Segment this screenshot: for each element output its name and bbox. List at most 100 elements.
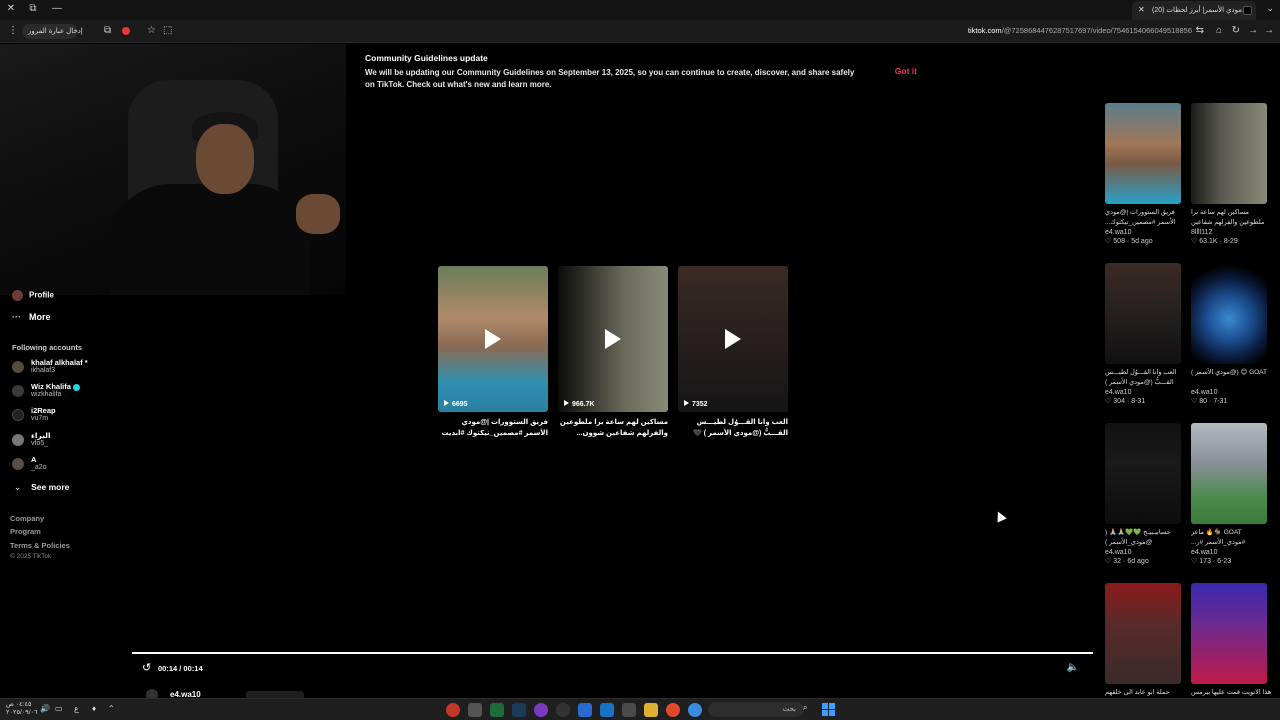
video-thumbnail[interactable]	[1191, 423, 1267, 524]
footer-link-program[interactable]: Program	[10, 527, 41, 536]
video-thumbnail[interactable]	[1191, 103, 1267, 204]
grid-video-card[interactable]: العب وانا القـــوُل لطيـــس القـــبُّ (@…	[1105, 263, 1181, 405]
following-account[interactable]: khalaf alkhalaf * ikhalaf3	[12, 358, 132, 380]
replay-icon[interactable]: ↺	[142, 661, 151, 674]
volume-icon[interactable]: 🔈	[1067, 662, 1079, 673]
following-account[interactable]: A _a2o	[12, 455, 132, 477]
video-card[interactable]: 6695 فريق الستوورات |@مودي الأسمر #مصمين…	[438, 266, 548, 439]
grid-video-card[interactable]: GOAT 🐐🔥 ماعز #مودي_الأسمر #ر... e4.wa10 …	[1191, 423, 1267, 565]
clock-time: ٠٤:٤٥ ص	[6, 701, 32, 708]
app-icon-steam[interactable]	[512, 703, 526, 717]
video-author[interactable]: 8llll112	[1191, 229, 1267, 236]
browser-menu-icon[interactable]: ⋮	[8, 25, 18, 36]
video-author[interactable]: e4.wa10	[1105, 229, 1181, 236]
got-it-button[interactable]: Got it	[895, 66, 917, 76]
app-icon-settings[interactable]	[556, 703, 570, 717]
view-count: 6695	[444, 400, 468, 408]
passphrase-pill[interactable]: إدخال عبارة المرور	[22, 24, 83, 39]
grid-video-card[interactable]: مساكين لهم ساعة برا ملطوعين والفرلهم شفا…	[1191, 103, 1267, 245]
extensions-icon[interactable]: ⧉	[104, 25, 111, 36]
footer-link-terms[interactable]: Terms & Policies	[10, 541, 70, 550]
video-card[interactable]: 7352 العب وانا القـــوُل لطيـــس القـــب…	[678, 266, 788, 439]
speaker-icon[interactable]: 🔊	[40, 704, 50, 713]
app-icon-file-explorer[interactable]	[644, 703, 658, 717]
sidebar-item-more[interactable]: ··· More	[12, 312, 51, 322]
tab-title: (20) مودي الأسمر| أبرز لحظات...	[1152, 7, 1248, 14]
avatar	[12, 409, 24, 421]
grid-video-card[interactable]: حسابيـييـح 💚💚🙏🏼🙏🏼 ( @مودي_الأسمر ) #مصمي…	[1105, 423, 1181, 565]
video-caption[interactable]: العب وانا القـــوُل لطيـــس القـــبُّ (@…	[678, 417, 788, 439]
view-count: 7352	[684, 400, 708, 408]
close-window-icon[interactable]: ✕	[4, 3, 18, 14]
close-tab-icon[interactable]: ✕	[1138, 5, 1145, 14]
video-thumbnail[interactable]: 7352	[678, 266, 788, 412]
address-bar[interactable]: tiktok.com/@725868447628751769​7/video/7…	[968, 26, 1192, 35]
grid-video-card[interactable]: فريق الستوورات |@مودي الأسمر #مصمين_تيكت…	[1105, 103, 1181, 245]
screenshot-icon[interactable]: ⬚	[163, 25, 172, 36]
language-icon[interactable]: ع	[74, 704, 79, 713]
video-thumbnail[interactable]: 966.7K	[558, 266, 668, 412]
grid-video-card[interactable]: GOAT 😊 (@مودي الأسمر ) e4.wa10 ♡ 80 · 7-3…	[1191, 263, 1267, 405]
sidebar-item-profile[interactable]: Profile	[12, 290, 54, 301]
video-caption: GOAT 🐐🔥 ماعز #مودي_الأسمر #ر...	[1191, 529, 1246, 546]
home-icon[interactable]: ⌂	[1216, 25, 1222, 36]
app-icon-terminal[interactable]	[490, 703, 504, 717]
play-icon	[725, 329, 741, 349]
app-icon-edge[interactable]	[578, 703, 592, 717]
video-thumbnail[interactable]	[1105, 103, 1181, 204]
video-stats: ♡ 304 · 8-31	[1105, 398, 1146, 405]
see-more-button[interactable]: ⌄ See more	[14, 482, 69, 493]
tune-icon[interactable]: ⇆	[1196, 25, 1204, 36]
video-caption: مساكين لهم ساعة برا ملطوعين والفرلهم شفا…	[1191, 209, 1265, 226]
recording-icon[interactable]	[122, 27, 130, 35]
active-tab[interactable]: ✕ (20) مودي الأسمر| أبرز لحظات...	[1132, 1, 1256, 20]
search-icon[interactable]: ⌕	[803, 703, 807, 713]
app-icon-chrome[interactable]	[666, 703, 680, 717]
tray-chevron-icon[interactable]: ⌃	[108, 704, 115, 713]
video-thumbnail[interactable]	[1105, 423, 1181, 524]
footer-link-company[interactable]: Company	[10, 514, 44, 523]
bookmark-star-icon[interactable]: ☆	[147, 25, 156, 36]
start-windows-icon[interactable]	[822, 703, 836, 717]
restore-window-icon[interactable]: ⧉	[26, 3, 40, 14]
video-card[interactable]: 966.7K مساكين لهم ساعة برا ملطوعين والفر…	[558, 266, 668, 439]
video-caption: حسابيـييـح 💚💚🙏🏼🙏🏼 ( @مودي_الأسمر ) #مصمي…	[1105, 529, 1171, 546]
video-author[interactable]: e4.wa10	[1105, 389, 1181, 396]
back-icon[interactable]: →	[1264, 25, 1274, 36]
app-icon-recorder[interactable]	[446, 703, 460, 717]
see-more-label: See more	[31, 482, 70, 492]
reload-icon[interactable]: ↻	[1232, 25, 1240, 36]
minimize-window-icon[interactable]: —	[50, 3, 64, 14]
heart-icon: ♡	[1191, 558, 1198, 565]
streamer-hand	[296, 194, 340, 234]
video-thumbnail[interactable]	[1105, 263, 1181, 364]
tab-list-chevron-icon[interactable]: ⌄	[1266, 3, 1274, 14]
webcam-overlay	[0, 44, 346, 295]
following-account[interactable]: Wiz Khalifa wizkhalifa	[12, 382, 132, 404]
video-thumbnail[interactable]	[1105, 583, 1181, 684]
video-thumbnail[interactable]: 6695	[438, 266, 548, 412]
video-author[interactable]: e4.wa10	[1191, 389, 1267, 396]
account-handle: _a2o	[31, 464, 47, 471]
display-icon[interactable]: ▭	[55, 704, 63, 713]
app-icon-discord[interactable]	[534, 703, 548, 717]
grid-video-card[interactable]: هذا الانويت قمت عليها بيرمس	[1191, 583, 1271, 698]
taskbar-search-input[interactable]: بحث	[708, 702, 804, 717]
app-icon-store[interactable]	[622, 703, 636, 717]
app-icon-outlook[interactable]	[600, 703, 614, 717]
following-account[interactable]: البراء vfo5_	[12, 431, 132, 453]
video-caption[interactable]: مساكين لهم ساعة برا ملطوعين والفرلهم شفا…	[558, 417, 668, 439]
taskbar-clock[interactable]: ٠٤:٤٥ ص ٢٠٢٥/٠٩/٠٦	[6, 701, 38, 717]
video-progress-bar[interactable]	[132, 652, 1093, 654]
app-icon-copilot[interactable]	[688, 703, 702, 717]
following-account[interactable]: i2Reap vu7m	[12, 406, 132, 428]
forward-icon[interactable]: →	[1248, 25, 1258, 36]
video-caption[interactable]: فريق الستوورات |@مودي الأسمر #مصمين_تيكت…	[438, 417, 548, 439]
video-author[interactable]: e4.wa10	[1191, 549, 1267, 556]
grid-video-card[interactable]: حملة ابو عابد الى خلقهم	[1105, 583, 1181, 698]
microphone-icon[interactable]: ♦	[92, 704, 96, 713]
video-thumbnail[interactable]	[1191, 583, 1267, 684]
video-author[interactable]: e4.wa10	[1105, 549, 1181, 556]
video-thumbnail[interactable]	[1191, 263, 1267, 364]
app-icon-obs[interactable]	[468, 703, 482, 717]
